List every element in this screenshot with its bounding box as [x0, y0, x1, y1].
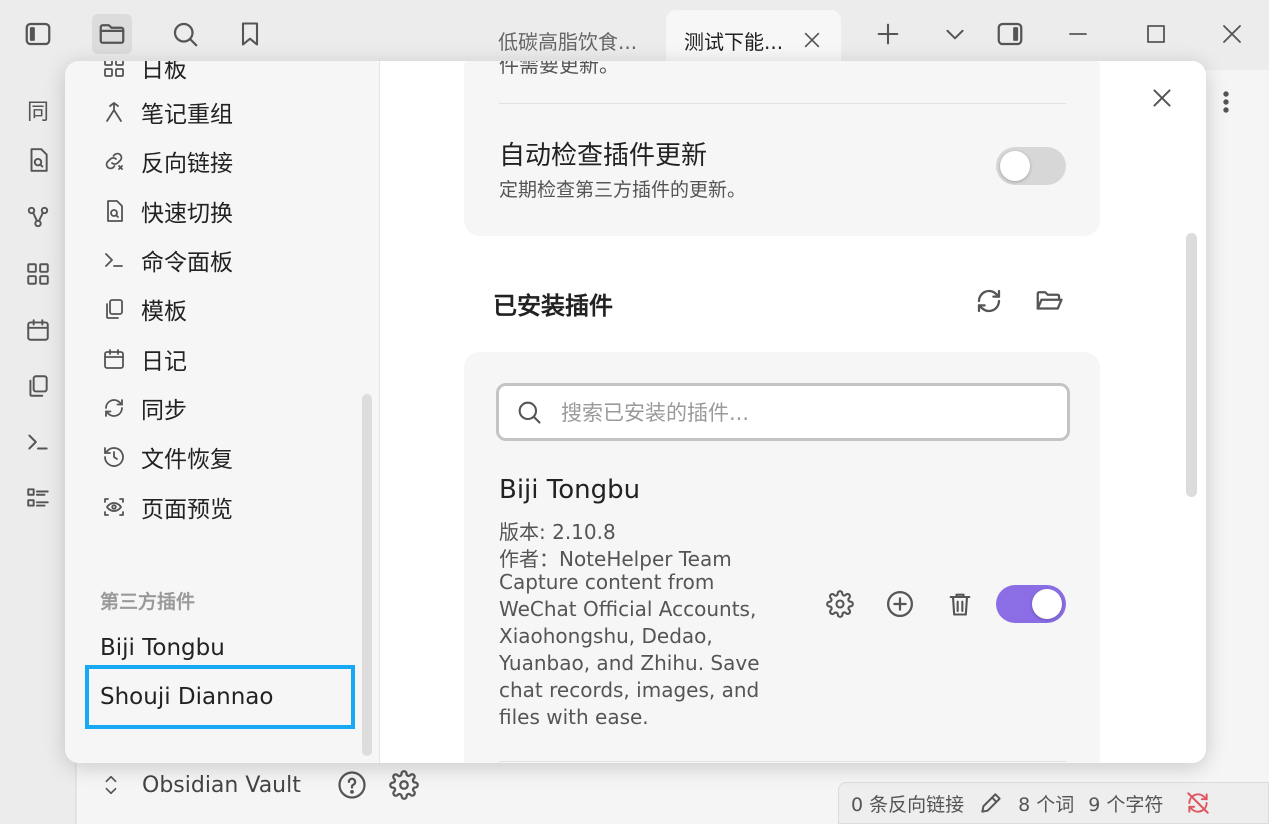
plugin-name: Biji Tongbu: [499, 475, 641, 505]
search-placeholder: 搜索已安装的插件...: [561, 401, 750, 425]
maximize-icon[interactable]: [1136, 14, 1176, 54]
sidebar-item-daily-notes[interactable]: 日记: [101, 339, 187, 379]
word-count: 8 个词: [1018, 793, 1075, 816]
link-icon: [101, 148, 127, 174]
sidebar-item-label: 命令面板: [141, 250, 233, 276]
copy-icon[interactable]: [22, 370, 54, 402]
sidebar-item-label: 笔记重组: [141, 102, 233, 128]
sidebar-item-file-recovery[interactable]: 文件恢复: [101, 437, 233, 477]
sidebar-item-partial[interactable]: 日板: [101, 61, 187, 87]
plus-icon[interactable]: [868, 14, 908, 54]
calendar-icon: [101, 346, 127, 372]
section-title-third-party: 第三方插件: [100, 591, 196, 613]
sidebar-item-page-preview[interactable]: 页面预览: [101, 487, 233, 527]
plus-circle-icon[interactable]: [884, 588, 916, 620]
canvas-icon: [101, 61, 127, 80]
settings-modal: 日板 笔记重组 反向链接 快速切换 命令面板 模板 日记 同步 文件恢复 页面预…: [65, 61, 1206, 763]
setting-description: 定期检查第三方插件的更新。: [499, 179, 747, 201]
settings-sidebar: 日板 笔记重组 反向链接 快速切换 命令面板 模板 日记 同步 文件恢复 页面预…: [65, 61, 380, 763]
bookmark-icon[interactable]: [230, 14, 270, 54]
minimize-icon[interactable]: [1058, 14, 1098, 54]
divider: [499, 761, 1066, 762]
canvas-icon[interactable]: [22, 258, 54, 290]
chevron-up-down-icon[interactable]: [100, 772, 122, 798]
reload-icon[interactable]: [973, 285, 1005, 317]
preview-icon: [101, 494, 127, 520]
auto-check-toggle[interactable]: [996, 147, 1066, 185]
folder-icon[interactable]: [92, 14, 132, 54]
sidebar-item-note-composer[interactable]: 笔记重组: [101, 92, 233, 132]
close-icon[interactable]: [1212, 14, 1252, 54]
title-bar: 低碳高脂饮食... 测试下能...: [0, 0, 1269, 70]
more-options-icon[interactable]: [1214, 88, 1238, 116]
sidebar-item-templates[interactable]: 模板: [101, 289, 187, 329]
plugin-description: Capture content from WeChat Official Acc…: [499, 570, 760, 729]
sidebar-item-quick-switcher[interactable]: 快速切换: [101, 191, 233, 231]
sidebar-scrollbar[interactable]: [362, 394, 372, 756]
terminal-icon: [101, 247, 127, 273]
installed-plugins-heading: 已安装插件: [493, 292, 613, 320]
terminal-icon[interactable]: [22, 426, 54, 458]
close-icon[interactable]: [801, 29, 823, 51]
file-search-icon: [101, 198, 127, 224]
right-sidebar-icon[interactable]: [990, 14, 1030, 54]
sidebar-item-label: 快速切换: [141, 201, 233, 227]
plugin-enable-toggle[interactable]: [996, 585, 1066, 623]
chevron-down-icon[interactable]: [935, 14, 975, 54]
setting-desc-partial: 件需要更新。: [499, 61, 619, 77]
pencil-icon[interactable]: [978, 790, 1004, 816]
template-icon: [101, 296, 127, 322]
search-icon: [515, 398, 543, 426]
list-icon[interactable]: [22, 482, 54, 514]
char-count: 9 个字符: [1088, 793, 1164, 816]
ribbon-label: 同: [26, 100, 49, 125]
setting-name: 自动检查插件更新: [499, 141, 708, 171]
sidebar-item-label: 反向链接: [141, 151, 233, 177]
vault-switcher: Obsidian Vault: [100, 770, 419, 800]
sidebar-item-command-palette[interactable]: 命令面板: [101, 240, 233, 280]
search-file-icon[interactable]: [22, 144, 54, 176]
close-icon[interactable]: [1147, 83, 1177, 113]
sidebar-item-label: 同步: [141, 398, 187, 424]
merge-icon: [101, 99, 127, 125]
help-icon[interactable]: [337, 770, 367, 800]
sidebar-item-backlinks[interactable]: 反向链接: [101, 141, 233, 181]
settings-icon[interactable]: [389, 770, 419, 800]
tab-label: 测试下能...: [684, 29, 784, 54]
backlinks-count[interactable]: 0 条反向链接: [851, 790, 964, 817]
sidebar-item-label: 页面预览: [141, 497, 233, 523]
open-folder-icon[interactable]: [1033, 285, 1065, 317]
sidebar-item-sync[interactable]: 同步: [101, 388, 187, 428]
calendar-icon[interactable]: [22, 314, 54, 346]
tab-label: 低碳高脂饮食...: [498, 29, 638, 54]
sidebar-item-plugin-shouji[interactable]: Shouji Diannao: [100, 684, 273, 710]
history-icon: [101, 444, 127, 470]
sync-error-icon[interactable]: [1185, 790, 1211, 816]
status-bar: 0 条反向链接 8 个词 9 个字符: [838, 782, 1269, 824]
sidebar-item-label: 文件恢复: [141, 447, 233, 473]
divider: [499, 103, 1066, 104]
search-icon[interactable]: [165, 14, 205, 54]
gear-icon[interactable]: [824, 588, 856, 620]
plugin-search-input[interactable]: 搜索已安装的插件...: [496, 383, 1070, 441]
content-scrollbar[interactable]: [1186, 233, 1197, 497]
sync-icon: [101, 395, 127, 421]
toggle-knob: [1000, 151, 1030, 181]
sidebar-item-label: 模板: [141, 299, 187, 325]
sidebar-item-plugin-biji[interactable]: Biji Tongbu: [100, 635, 225, 661]
toggle-knob: [1032, 589, 1062, 619]
vault-name[interactable]: Obsidian Vault: [142, 773, 301, 798]
plugin-author: 作者：NoteHelper Team: [499, 547, 732, 571]
sidebar-toggle-icon[interactable]: [18, 14, 58, 54]
graph-icon[interactable]: [22, 201, 54, 233]
sidebar-item-label: 日记: [141, 349, 187, 375]
sync-ribbon-button[interactable]: 同: [22, 94, 54, 126]
trash-icon[interactable]: [944, 588, 976, 620]
sidebar-item-label: 日板: [141, 61, 187, 83]
plugin-version: 版本: 2.10.8: [499, 520, 616, 544]
